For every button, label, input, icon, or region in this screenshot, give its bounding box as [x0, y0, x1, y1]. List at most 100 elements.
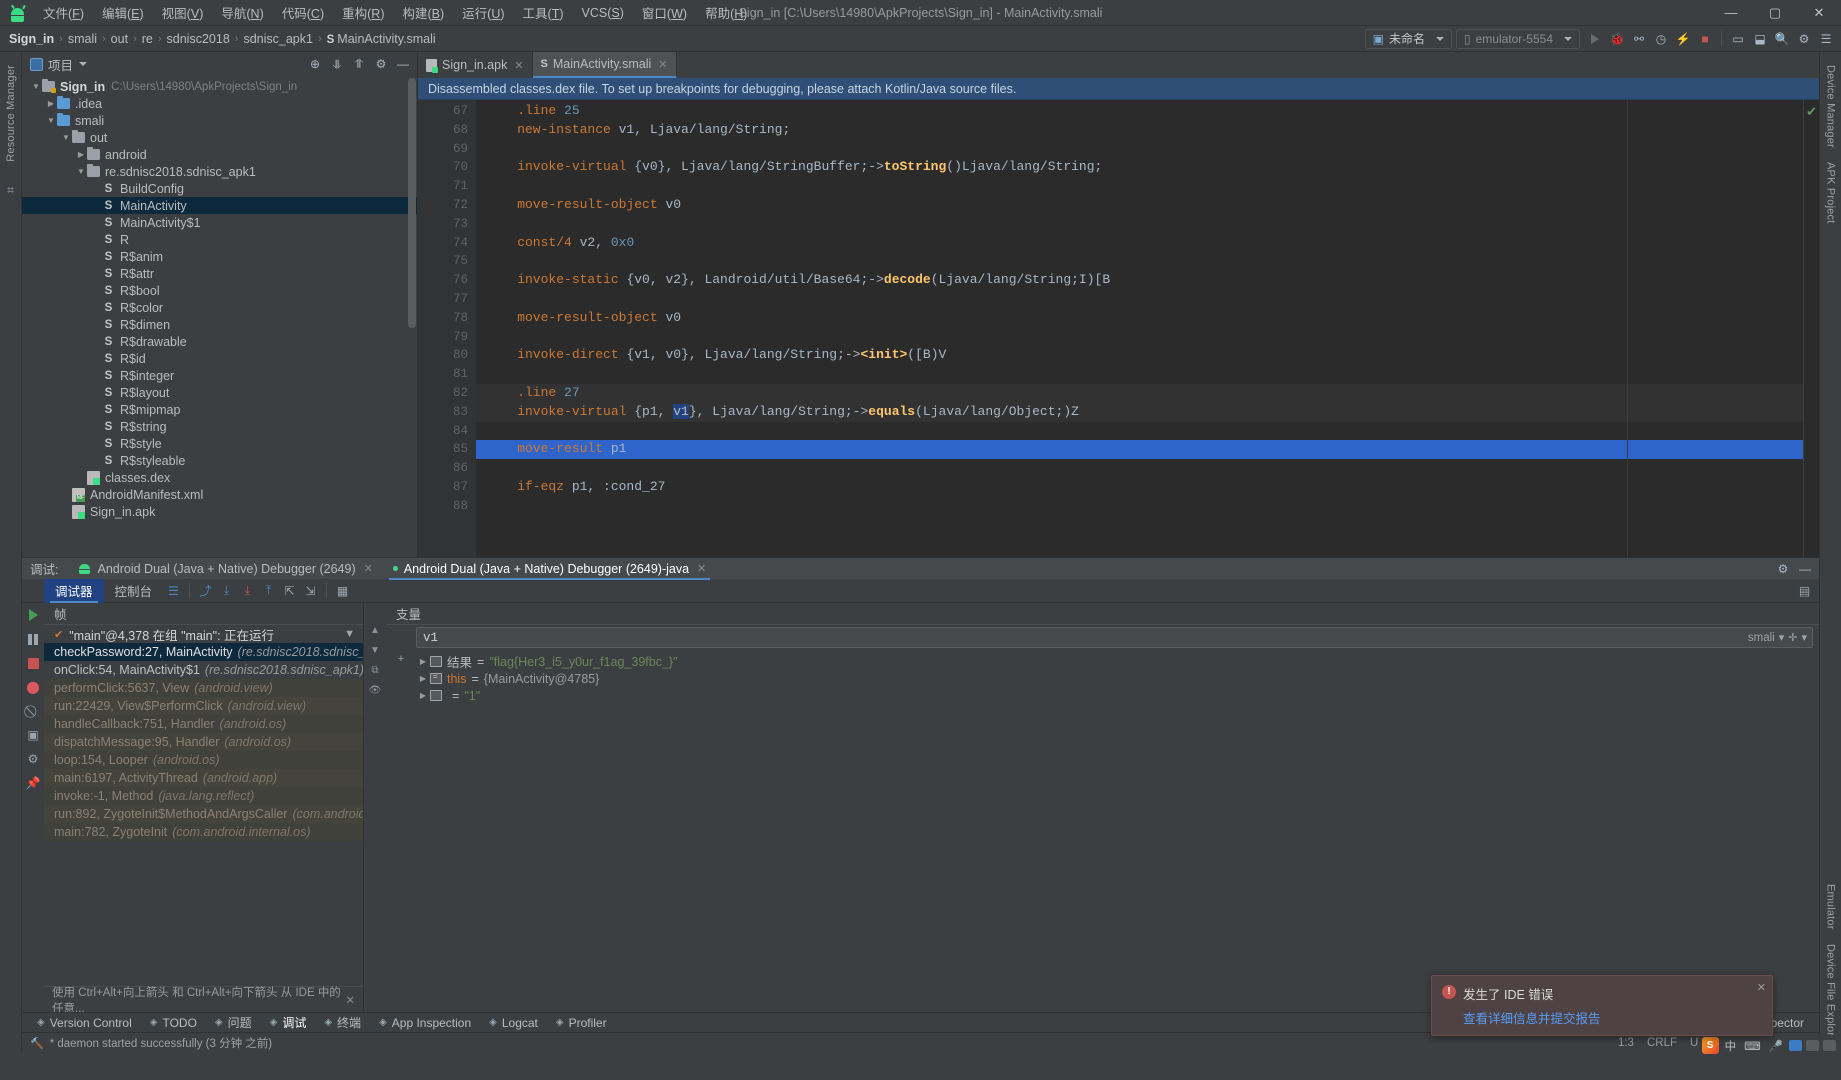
drop-frame-icon[interactable]: ⇱ [279, 580, 300, 601]
frames-nav-column[interactable]: ▲ ▼ ⧉ 👁 [364, 603, 386, 1012]
thread-row[interactable]: ✔ "main"@4,378 在组 "main": 正在运行 ▼ [44, 625, 363, 643]
code-line[interactable]: invoke-direct {v1, v0}, Ljava/lang/Strin… [476, 346, 1803, 365]
breadcrumb-item-2[interactable]: out [108, 32, 131, 46]
code-line[interactable]: const/4 v2, 0x0 [476, 234, 1803, 253]
tree-row[interactable]: S R$color [22, 299, 417, 316]
line-number[interactable]: 67 [418, 102, 476, 121]
tree-row[interactable]: S R$style [22, 435, 417, 452]
add-watch-icon[interactable]: ✛ [1788, 631, 1797, 644]
chevron-down-icon[interactable]: ▼ [60, 133, 72, 142]
attach-debugger-icon[interactable]: ⚯ [1628, 28, 1650, 50]
eye-icon[interactable]: 👁 [369, 685, 382, 696]
line-number[interactable]: 69 [418, 140, 476, 159]
minimize-button[interactable]: — [1709, 0, 1753, 26]
tree-row[interactable]: S R$id [22, 350, 417, 367]
line-number[interactable]: 82 [418, 384, 476, 403]
tree-row[interactable]: S R$attr [22, 265, 417, 282]
debug-session-tab-native[interactable]: Android Dual (Java + Native) Debugger (2… [68, 558, 382, 580]
emoji-icon[interactable] [1806, 1040, 1819, 1051]
filter-icon[interactable]: ▼ [344, 628, 363, 640]
stack-frame-row[interactable]: main:6197, ActivityThread (android.app) [44, 769, 363, 787]
menu-item-2[interactable]: 视图(V) [153, 0, 213, 25]
tab-debugger[interactable]: 调试器 [44, 578, 104, 603]
variable-row[interactable]: ▶ 结果 = "flag{Her3_i5_y0ur_f1ag_39fbc_}" [416, 653, 1819, 671]
menu-item-5[interactable]: 重构(R) [333, 0, 393, 25]
chevron-down-icon[interactable]: ▼ [30, 82, 42, 91]
restore-layout-icon[interactable]: ▤ [1794, 580, 1815, 601]
chevron-down-icon[interactable]: ▼ [75, 167, 87, 176]
tree-row[interactable]: ▶ .idea [22, 95, 417, 112]
search-everywhere-icon[interactable]: 🔍 [1771, 28, 1793, 50]
stack-frame-row[interactable]: checkPassword:27, MainActivity (re.sdnisc… [44, 643, 363, 661]
code-line[interactable]: move-result p1 [476, 440, 1803, 460]
add-icon[interactable]: + [398, 653, 404, 665]
code-line[interactable]: invoke-static {v0, v2}, Landroid/util/Ba… [476, 271, 1803, 290]
apply-changes-icon[interactable]: ⚡ [1672, 28, 1694, 50]
close-button[interactable]: ✕ [1797, 0, 1841, 26]
tool-window-button-3[interactable]: ◈ 调试 [261, 1013, 316, 1033]
close-icon[interactable]: ✕ [514, 59, 523, 72]
breadcrumb-item-0[interactable]: Sign_in [6, 32, 57, 46]
code-line[interactable] [476, 365, 1803, 384]
tool-window-button-0[interactable]: ◈ Version Control [28, 1013, 141, 1033]
tree-row[interactable]: S R$dimen [22, 316, 417, 333]
ime-widget[interactable]: S 中 ⌨ 🎤 [1698, 1035, 1839, 1056]
code-line[interactable] [476, 215, 1803, 234]
chevron-down-icon[interactable]: ▼ [45, 116, 57, 125]
debug-side-actions[interactable]: ⬤ ⃠ ▣ ⚙ 📌 [22, 603, 44, 1012]
device-selector[interactable]: ▯ emulator-5554 [1456, 28, 1580, 49]
step-over-icon[interactable]: ⤴ [195, 580, 216, 601]
collapse-all-icon[interactable]: ⥣ [349, 54, 369, 74]
tree-row[interactable]: ▼ re.sdnisc2018.sdnisc_apk1 [22, 163, 417, 180]
line-number[interactable]: 86 [418, 459, 476, 478]
ide-error-notification[interactable]: ! 发生了 IDE 错误 查看详细信息并提交报告 ✕ [1431, 975, 1773, 1036]
stack-frame-row[interactable]: onClick:54, MainActivity$1 (re.sdnisc2018… [44, 661, 363, 679]
tree-row[interactable]: SR [22, 231, 417, 248]
keyboard-icon[interactable]: ⌨ [1742, 1039, 1763, 1053]
stack-frame-row[interactable]: run:892, ZygoteInit$MethodAndArgsCaller (… [44, 805, 363, 823]
menu-item-6[interactable]: 构建(B) [393, 0, 453, 25]
inspection-ok-icon[interactable]: ✔ [1806, 104, 1817, 120]
menu-item-3[interactable]: 导航(N) [212, 0, 272, 25]
stack-frame-row[interactable]: invoke:-1, Method (java.lang.reflect) [44, 787, 363, 805]
tree-row[interactable]: S MainActivity$1 [22, 214, 417, 231]
line-number[interactable]: 76 [418, 271, 476, 290]
menu-item-4[interactable]: 代码(C) [273, 0, 333, 25]
resume-icon[interactable] [25, 607, 41, 623]
evaluate-icon[interactable]: ▦ [332, 580, 353, 601]
menu-item-8[interactable]: 工具(T) [514, 0, 573, 25]
variable-row[interactable]: ▶ = "1" [416, 687, 1819, 704]
tool-window-button-2[interactable]: ◈ 问题 [206, 1013, 261, 1033]
stack-frame-row[interactable]: handleCallback:751, Handler (android.os) [44, 715, 363, 733]
tree-row[interactable]: ▼ Sign_in C:\Users\14980\ApkProjects\Sign_… [22, 78, 417, 95]
settings-icon[interactable]: ⚙ [1773, 559, 1793, 579]
code-line[interactable]: if-eqz p1, :cond_27 [476, 478, 1803, 497]
menu-bar[interactable]: 文件(F) 编辑(E) 视图(V) 导航(N) 代码(C) 重构(R) 构建(B) 运行(U)… [34, 0, 756, 26]
step-into-icon[interactable]: ⤓ [216, 580, 237, 601]
code-line[interactable] [476, 422, 1803, 441]
line-number[interactable]: 72 [418, 196, 476, 215]
tree-row[interactable]: S BuildConfig [22, 180, 417, 197]
code-line[interactable]: invoke-virtual {v0}, Ljava/lang/StringBu… [476, 158, 1803, 177]
settings-icon[interactable]: ⚙ [371, 54, 391, 74]
breadcrumb-item-5[interactable]: sdnisc_apk1 [240, 32, 316, 46]
hamburger-icon[interactable]: ☰ [1815, 28, 1837, 50]
chevron-right-icon[interactable]: ▶ [416, 691, 430, 700]
project-tree[interactable]: ▼ Sign_in C:\Users\14980\ApkProjects\Sign_… [22, 76, 417, 557]
tree-row[interactable]: AndroidManifest.xml [22, 486, 417, 503]
menu-item-9[interactable]: VCS(S) [573, 3, 633, 23]
hide-icon[interactable]: — [1795, 559, 1815, 579]
chevron-right-icon[interactable]: ▶ [416, 674, 430, 683]
variable-row[interactable]: ▶ this = {MainActivity@4785} [416, 670, 1819, 687]
line-number[interactable]: 81 [418, 365, 476, 384]
code-content[interactable]: .line 25 new-instance v1, Ljava/lang/Str… [476, 100, 1803, 557]
code-viewport[interactable]: 67 68 69 70 71 72 73 74 75 76 77 78 79 80 81 82 83 84 85 86… [418, 100, 1819, 557]
force-step-into-icon[interactable]: ⤓ [237, 580, 258, 601]
menu-item-10[interactable]: 窗口(W) [633, 0, 696, 25]
tool-window-button-1[interactable]: ◈ TODO [141, 1013, 206, 1033]
pause-icon[interactable] [25, 631, 41, 647]
structure-icon[interactable]: ⌗ [3, 183, 19, 199]
down-icon[interactable]: ▼ [370, 645, 380, 656]
menu-item-0[interactable]: 文件(F) [34, 0, 93, 25]
code-line[interactable]: move-result-object v0 [476, 196, 1803, 215]
